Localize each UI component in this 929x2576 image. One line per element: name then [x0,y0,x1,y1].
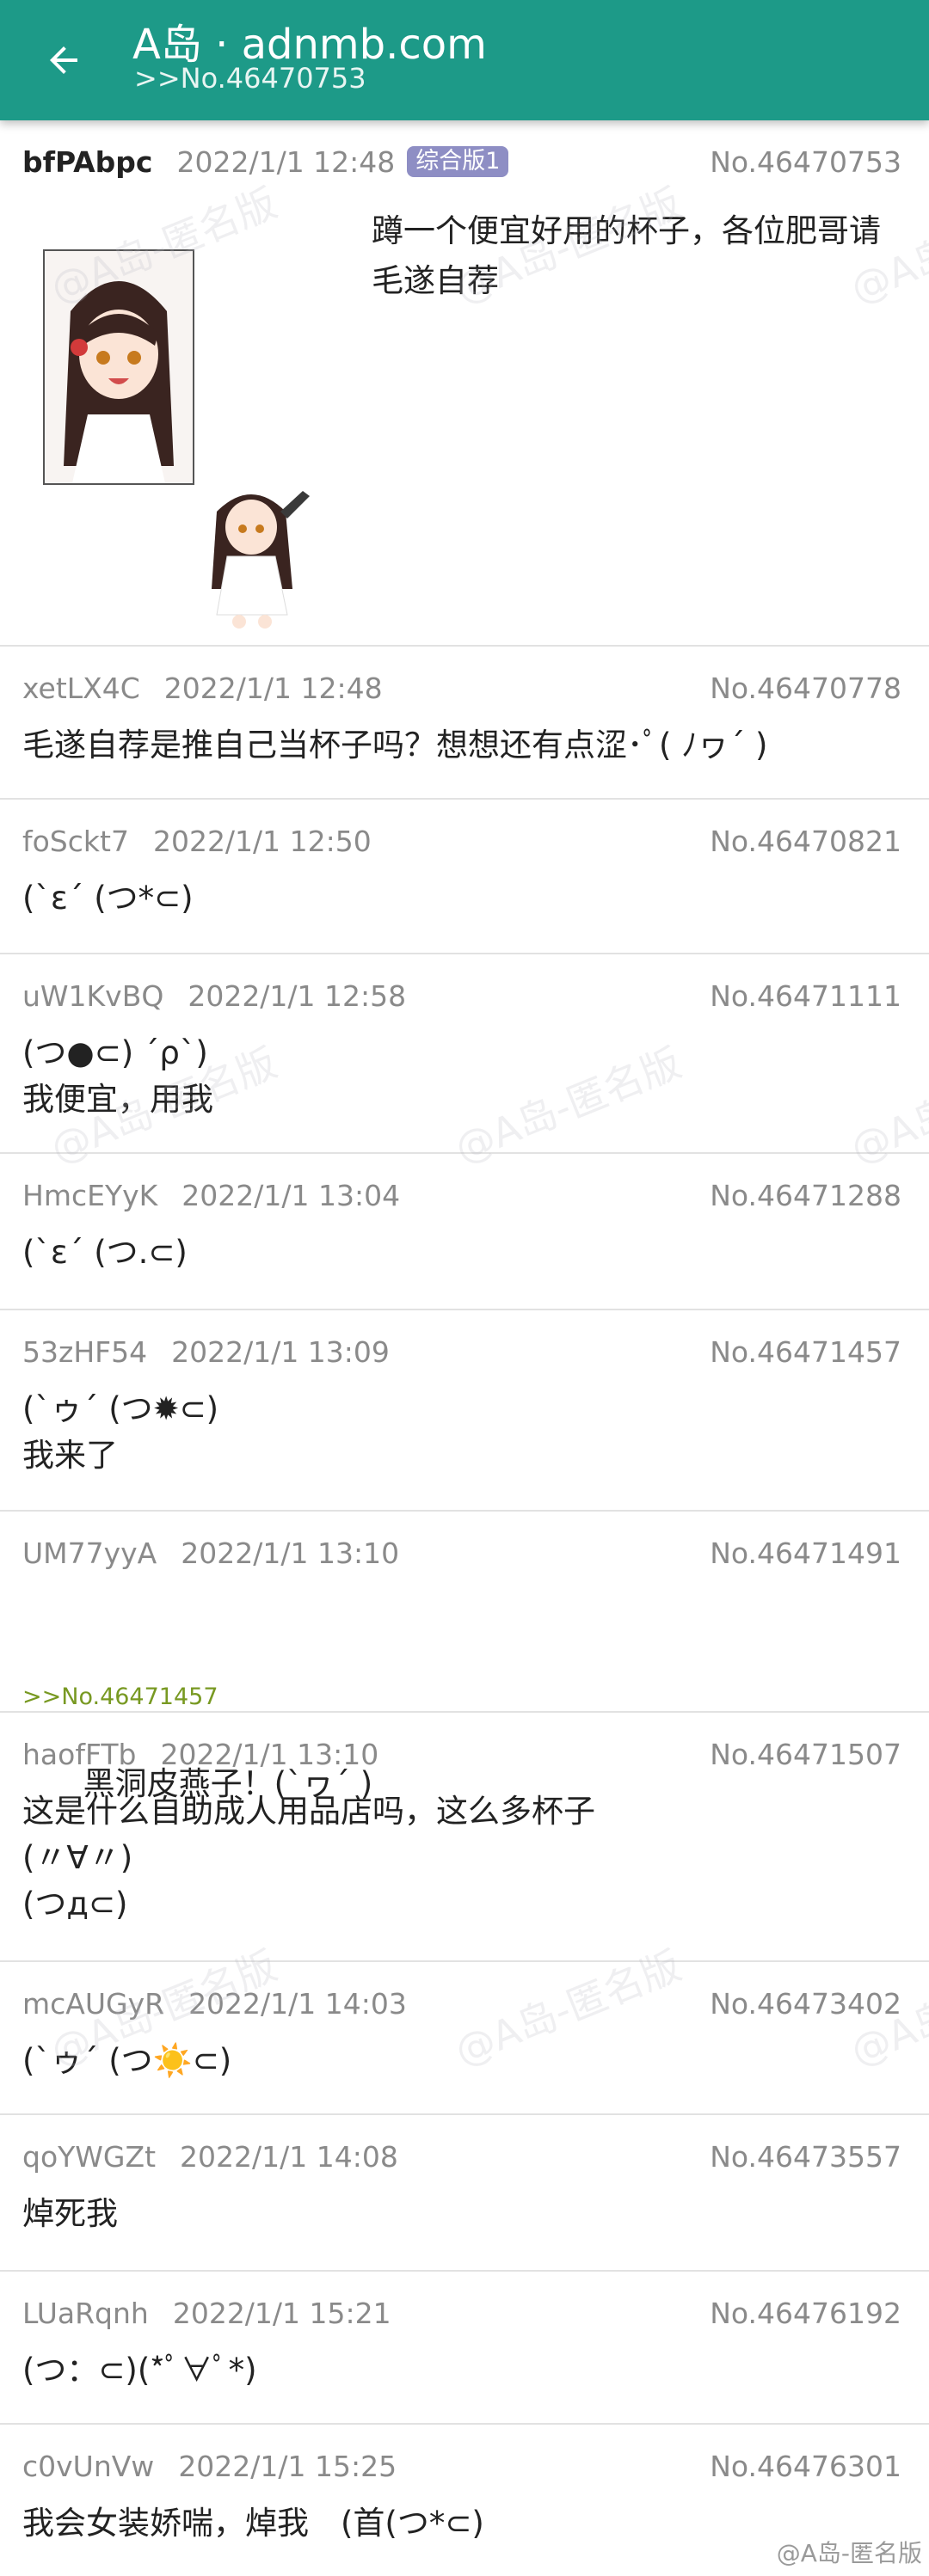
reply-post[interactable]: HmcEYyK 2022/1/1 13:04 No.46471288 (`ε´ … [0,1154,929,1310]
post-time: 2022/1/1 15:25 [178,2449,397,2483]
post-uid[interactable]: haofFTb [22,1738,136,1771]
reply-post[interactable]: qoYWGZt 2022/1/1 14:08 No.46473557 焯死我 [0,2115,929,2272]
post-content: 焯死我 [22,2195,118,2232]
post-time: 2022/1/1 12:48 [163,671,383,705]
post-uid[interactable]: uW1KvBQ [22,979,163,1013]
post-number[interactable]: No.46473402 [710,1987,901,2021]
post-uid[interactable]: UM77yyA [22,1536,157,1570]
post-meta: qoYWGZt 2022/1/1 14:08 No.46473557 [22,2137,901,2175]
reply-post[interactable]: UM77yyA 2022/1/1 13:10 No.46471491 >>No.… [0,1512,929,1802]
post-image[interactable] [22,232,332,629]
reply-post[interactable]: 53zHF54 2022/1/1 13:09 No.46471457 (`ゥ´ … [0,1310,929,1512]
post-content: (`ε´ (つ.⊂) [22,1234,188,1271]
post-time: 2022/1/1 12:48 [176,144,396,179]
post-uid[interactable]: 53zHF54 [22,1335,147,1369]
post-number[interactable]: No.46470753 [710,145,901,179]
post-content: (つ●⊂) ´ρ`) 我便宜，用我 [22,1034,213,1118]
post-meta: bfPAbpc 2022/1/1 12:48 综合版1 No.46470753 [22,143,901,181]
image-frame [43,249,194,485]
post-meta: uW1KvBQ 2022/1/1 12:58 No.46471111 [22,977,901,1015]
post-number[interactable]: No.46471491 [710,1536,901,1570]
post-content: 毛遂自荐是推自己当杯子吗？想想还有点涩･ﾟ( ﾉヮ´ ) [22,727,768,764]
reply-post[interactable]: haofFTb 2022/1/1 13:10 No.46471507 这是什么自… [0,1713,929,1962]
post-time: 2022/1/1 13:09 [171,1334,390,1369]
thread-list: bfPAbpc 2022/1/1 12:48 综合版1 No.46470753 [0,120,929,2571]
post-time: 2022/1/1 14:03 [188,1986,407,2021]
post-number[interactable]: No.46473557 [710,2140,901,2174]
post-meta: HmcEYyK 2022/1/1 13:04 No.46471288 [22,1176,901,1214]
post-uid[interactable]: LUaRqnh [22,2297,149,2330]
post-time: 2022/1/1 12:50 [152,824,372,858]
post-uid[interactable]: qoYWGZt [22,2140,156,2174]
back-button[interactable] [29,26,98,95]
post-content: (`ゥ´ (つ☀️⊂) [22,2042,232,2079]
reply-post[interactable]: uW1KvBQ 2022/1/1 12:58 No.46471111 (つ●⊂)… [0,954,929,1154]
reply-quote-link[interactable]: >>No.46471457 [22,1680,901,1714]
chibi-girl-image [191,477,320,632]
post-time: 2022/1/1 13:10 [181,1536,400,1570]
reply-post[interactable]: xetLX4C 2022/1/1 12:48 No.46470778 毛遂自荐是… [0,647,929,800]
post-number[interactable]: No.46471288 [710,1179,901,1212]
post-content: 我会女装娇喘，焯我 (首(つ*⊂) [22,2505,484,2542]
post-uid[interactable]: foSckt7 [22,825,129,858]
anime-girl-image [45,251,193,483]
app-bar: A岛 · adnmb.com >>No.46470753 [0,0,929,120]
post-uid[interactable]: c0vUnVw [22,2450,154,2483]
post-uid[interactable]: mcAUGyR [22,1987,164,2021]
post-uid[interactable]: xetLX4C [22,672,140,705]
post-meta: c0vUnVw 2022/1/1 15:25 No.46476301 [22,2447,901,2485]
post-number[interactable]: No.46471507 [710,1738,901,1771]
post-uid[interactable]: bfPAbpc [22,145,152,179]
post-meta: UM77yyA 2022/1/1 13:10 No.46471491 [22,1534,901,1572]
post-content: (つ：⊂)(*ﾟ∀ﾟ*) [22,2352,257,2389]
post-meta: xetLX4C 2022/1/1 12:48 No.46470778 [22,669,901,707]
corner-watermark: @A岛-匿名版 [776,2539,922,2567]
reply-post[interactable]: LUaRqnh 2022/1/1 15:21 No.46476192 (つ：⊂)… [0,2272,929,2425]
post-meta: LUaRqnh 2022/1/1 15:21 No.46476192 [22,2294,901,2332]
post-number[interactable]: No.46476301 [710,2450,901,2483]
post-time: 2022/1/1 14:08 [180,2139,398,2174]
post-number[interactable]: No.46471111 [710,979,901,1013]
forum-tag[interactable]: 综合版1 [407,146,509,177]
post-time: 2022/1/1 12:58 [188,978,407,1013]
arrow-back-icon [50,46,77,74]
post-number[interactable]: No.46470821 [710,825,901,858]
post-number[interactable]: No.46476192 [710,2297,901,2330]
post-meta: mcAUGyR 2022/1/1 14:03 No.46473402 [22,1984,901,2022]
post-content: (`ゥ´ (つ✹⊂) 我来了 [22,1390,219,1474]
post-time: 2022/1/1 15:21 [172,2296,391,2330]
post-meta: 53zHF54 2022/1/1 13:09 No.46471457 [22,1333,901,1371]
post-content: 这是什么自助成人用品店吗，这么多杯子 (〃∀〃) (つд⊂) [22,1793,595,1923]
post-content: (`ε´ (つ*⊂) [22,880,194,917]
op-post[interactable]: bfPAbpc 2022/1/1 12:48 综合版1 No.46470753 [0,120,929,647]
post-uid[interactable]: HmcEYyK [22,1179,157,1212]
post-number[interactable]: No.46471457 [710,1335,901,1369]
post-time: 2022/1/1 13:10 [160,1737,379,1771]
post-content: 蹲一个便宜好用的杯子，各位肥哥请 毛遂自荐 [372,212,881,299]
post-meta: haofFTb 2022/1/1 13:10 No.46471507 [22,1735,901,1773]
post-number[interactable]: No.46470778 [710,672,901,705]
reply-post[interactable]: mcAUGyR 2022/1/1 14:03 No.46473402 (`ゥ´ … [0,1962,929,2115]
post-meta: foSckt7 2022/1/1 12:50 No.46470821 [22,822,901,860]
thread-number: >>No.46470753 [134,62,366,95]
post-time: 2022/1/1 13:04 [181,1178,401,1212]
reply-post[interactable]: foSckt7 2022/1/1 12:50 No.46470821 (`ε´ … [0,800,929,954]
